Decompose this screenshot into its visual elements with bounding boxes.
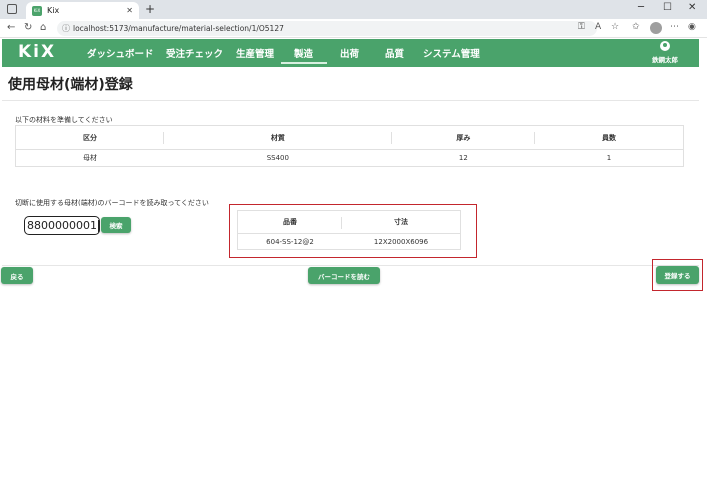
register-button[interactable]: 登録する — [656, 266, 699, 284]
window-menu-icon[interactable] — [7, 4, 17, 14]
nav-order-check[interactable]: 受注チェック — [166, 46, 223, 60]
nav-manufacture[interactable]: 製造 — [294, 46, 313, 60]
nav-production-management[interactable]: 生産管理 — [236, 46, 274, 60]
close-window-icon[interactable]: ✕ — [688, 2, 696, 13]
page-title: 使用母材(端材)登録 — [8, 77, 133, 93]
nav-shipping[interactable]: 出荷 — [340, 46, 359, 60]
barcode-value: 8800000001 — [27, 219, 97, 232]
reload-icon[interactable]: ↻ — [24, 22, 32, 33]
key-icon[interactable]: ⚿ — [578, 22, 585, 32]
table-row: 604-SS-12@2 12X2000X6096 — [238, 234, 461, 250]
column-header: 厚み — [391, 125, 536, 150]
table-cell: 12X2000X6096 — [373, 237, 429, 246]
browser-tab-bar: KiX Kix ✕ + ─ ☐ ✕ — [0, 0, 707, 19]
back-button[interactable]: 戻る — [1, 267, 33, 284]
barcode-instruction: 切断に使用する母材(端材)のバーコードを読み取ってください — [15, 199, 209, 207]
column-header: 寸法 — [341, 210, 461, 234]
scanned-material-table: 品番 寸法 604-SS-12@2 12X2000X6096 — [237, 210, 461, 250]
address-bar[interactable]: ⓘ localhost:5173/manufacture/material-se… — [57, 21, 597, 36]
table-cell: 12 — [458, 154, 468, 162]
address-text: localhost:5173/manufacture/material-sele… — [73, 24, 284, 33]
table-cell: 母材 — [82, 154, 97, 162]
back-nav-icon[interactable]: ← — [7, 22, 15, 33]
tab-close-icon[interactable]: ✕ — [126, 6, 133, 15]
nav-quality[interactable]: 品質 — [385, 46, 404, 60]
browser-tab[interactable]: KiX Kix ✕ — [26, 2, 139, 19]
nav-dashboard[interactable]: ダッシュボード — [87, 46, 154, 60]
table-header-row: 区分 材質 厚み 員数 — [15, 125, 684, 150]
browser-toolbar: ← ↻ ⌂ ⓘ localhost:5173/manufacture/mater… — [0, 19, 707, 38]
table-header-row: 品番 寸法 — [237, 210, 461, 234]
table-cell: SS400 — [266, 154, 289, 162]
app-logo[interactable]: KiX — [18, 42, 56, 62]
site-info-icon[interactable]: ⓘ — [62, 23, 70, 34]
user-avatar-icon — [660, 41, 670, 51]
favorite-star-icon[interactable]: ☆ — [611, 22, 619, 32]
materials-instruction: 以下の材料を準備してください — [15, 116, 113, 124]
column-header: 品番 — [237, 210, 342, 234]
new-tab-icon[interactable]: + — [145, 2, 155, 16]
table-cell: 1 — [606, 154, 612, 162]
column-header: 材質 — [163, 125, 392, 150]
search-button[interactable]: 検索 — [101, 217, 131, 233]
app-header: KiX ダッシュボード 受注チェック 生産管理 製造 出荷 品質 システム管理 … — [2, 39, 699, 67]
materials-table: 区分 材質 厚み 員数 母材 SS400 12 1 — [15, 125, 684, 167]
favicon-icon: KiX — [32, 5, 42, 16]
favorites-icon[interactable]: ✩ — [632, 22, 640, 32]
more-options-icon[interactable]: ⋯ — [670, 22, 679, 32]
barcode-input[interactable]: 8800000001 — [24, 216, 100, 235]
active-nav-indicator — [281, 62, 327, 64]
tab-title: Kix — [47, 6, 60, 15]
user-name: 鉄鋼太郎 — [652, 56, 678, 64]
read-barcode-button[interactable]: バーコードを読む — [308, 267, 380, 284]
maximize-icon[interactable]: ☐ — [663, 2, 672, 13]
read-aloud-icon[interactable]: A — [595, 22, 601, 32]
table-cell: 604-SS-12@2 — [266, 237, 314, 246]
table-row: 母材 SS400 12 1 — [16, 150, 684, 167]
divider — [2, 265, 699, 266]
home-icon[interactable]: ⌂ — [40, 22, 46, 33]
column-header: 区分 — [15, 125, 164, 150]
divider — [2, 100, 699, 101]
nav-system-management[interactable]: システム管理 — [423, 46, 480, 60]
minimize-icon[interactable]: ─ — [638, 2, 644, 13]
browser-profile-avatar[interactable] — [650, 22, 662, 34]
copilot-icon[interactable]: ◉ — [688, 22, 696, 32]
column-header: 員数 — [535, 125, 684, 150]
user-menu[interactable]: 鉄鋼太郎 — [648, 41, 682, 64]
